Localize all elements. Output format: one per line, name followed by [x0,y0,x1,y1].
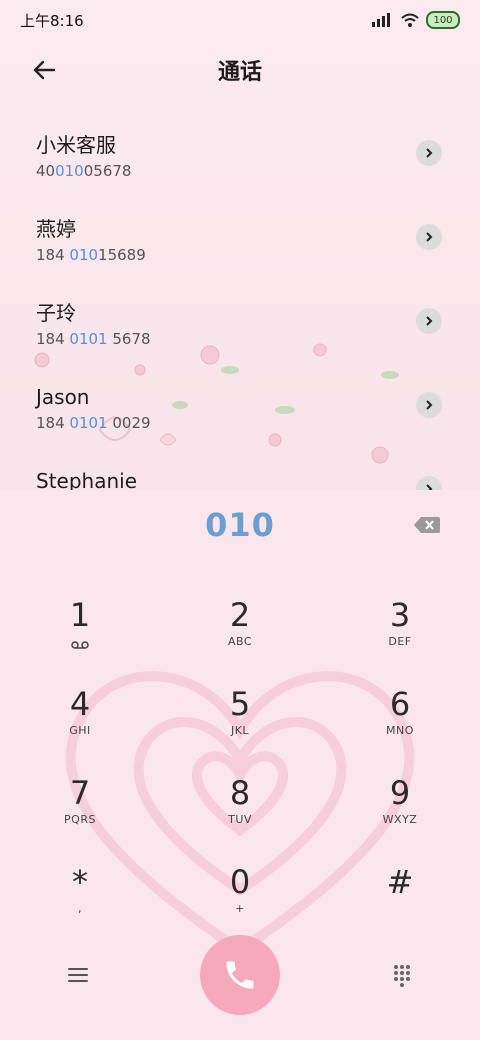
match-highlight: 0101 [69,414,108,432]
match-highlight: 010 [55,162,84,180]
menu-icon[interactable] [66,965,90,985]
status-indicators: 100 [372,11,460,29]
contact-detail-chevron-icon[interactable] [416,140,442,166]
wifi-icon [401,13,419,27]
key-5[interactable]: 5 JKL [180,684,300,764]
key-0[interactable]: 0 + [180,862,300,942]
contact-name: 燕婷 [36,217,76,241]
status-time: 上午8:16 [20,11,84,30]
contact-detail-chevron-icon[interactable] [416,308,442,334]
key-star[interactable]: * , [20,862,140,942]
voicemail-icon [71,641,89,649]
contact-item[interactable]: 子玲 184 0101 5678 [0,288,480,372]
key-1[interactable]: 1 [20,595,140,675]
key-hash[interactable]: # [340,862,460,942]
key-6[interactable]: 6 MNO [340,684,460,764]
contact-name: 小米客服 [36,133,116,157]
contact-detail-chevron-icon[interactable] [416,392,442,418]
key-3[interactable]: 3 DEF [340,595,460,675]
contact-name: Stephanie [36,469,138,490]
back-arrow-icon[interactable] [28,54,60,86]
status-bar: 上午8:16 100 [0,0,480,40]
contact-name: Jason [36,385,90,409]
key-7[interactable]: 7 PQRS [20,773,140,853]
page-title: 通话 [217,60,262,85]
contact-number: 184 01015689 [36,246,146,264]
match-highlight: 010 [69,246,99,264]
dialer-panel: 010 1 2 ABC 3 DEF 4 GHI 5 JKL 6 MNO 7 PQ… [0,490,480,1040]
signal-icon [372,13,390,27]
contact-item[interactable]: Stephanie [0,456,480,490]
contact-item[interactable]: 燕婷 184 01015689 [0,204,480,288]
contact-number: 184 0101 0029 [36,414,151,432]
contact-name: 子玲 [36,301,76,325]
match-highlight: 0101 [69,330,108,348]
contact-number: 4001005678 [36,162,132,180]
dialed-number-display: 010 [205,506,275,544]
backspace-icon[interactable] [414,516,440,534]
key-8[interactable]: 8 TUV [180,773,300,853]
page-header: 通话 [0,40,480,100]
key-4[interactable]: 4 GHI [20,684,140,764]
key-2[interactable]: 2 ABC [180,595,300,675]
dialer-bottom-bar [0,935,480,1035]
contact-item[interactable]: Jason 184 0101 0029 [0,372,480,456]
keypad-toggle-icon[interactable] [392,963,412,987]
key-9[interactable]: 9 WXYZ [340,773,460,853]
battery-indicator: 100 [426,11,460,29]
contact-number: 184 0101 5678 [36,330,151,348]
contact-item[interactable]: 小米客服 4001005678 [0,120,480,204]
contact-suggestions-list: 小米客服 4001005678 燕婷 184 01015689 子玲 184 0… [0,120,480,490]
phone-icon [226,961,254,989]
call-button[interactable] [200,935,280,1015]
contact-detail-chevron-icon[interactable] [416,224,442,250]
